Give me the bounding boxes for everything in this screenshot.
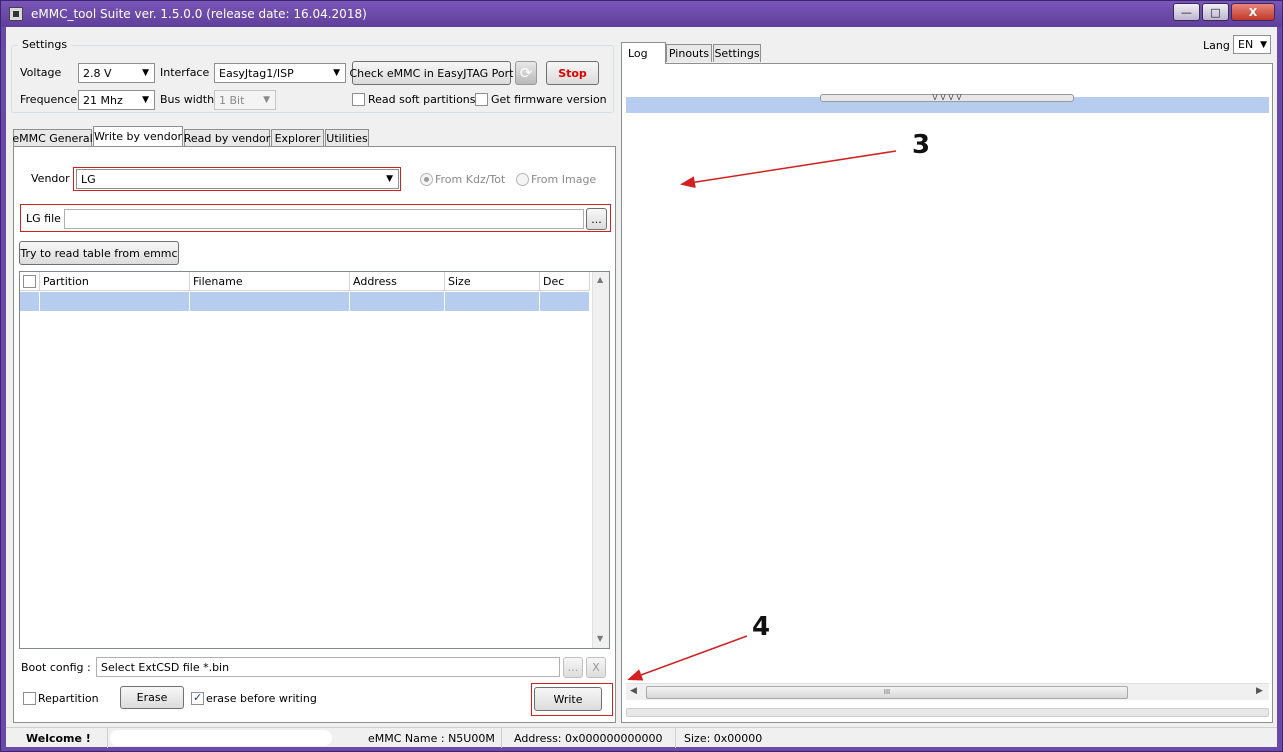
tab-write-by-vendor[interactable]: Write by vendor — [93, 126, 183, 146]
tab-log[interactable]: Log — [621, 42, 666, 64]
annotation-number-3: 3 — [912, 130, 931, 160]
annotation-arrows — [627, 150, 897, 681]
annotation-number-4: 4 — [752, 612, 771, 642]
annotation-arrow-3 — [680, 150, 897, 189]
annotation-arrow-4 — [627, 635, 748, 681]
